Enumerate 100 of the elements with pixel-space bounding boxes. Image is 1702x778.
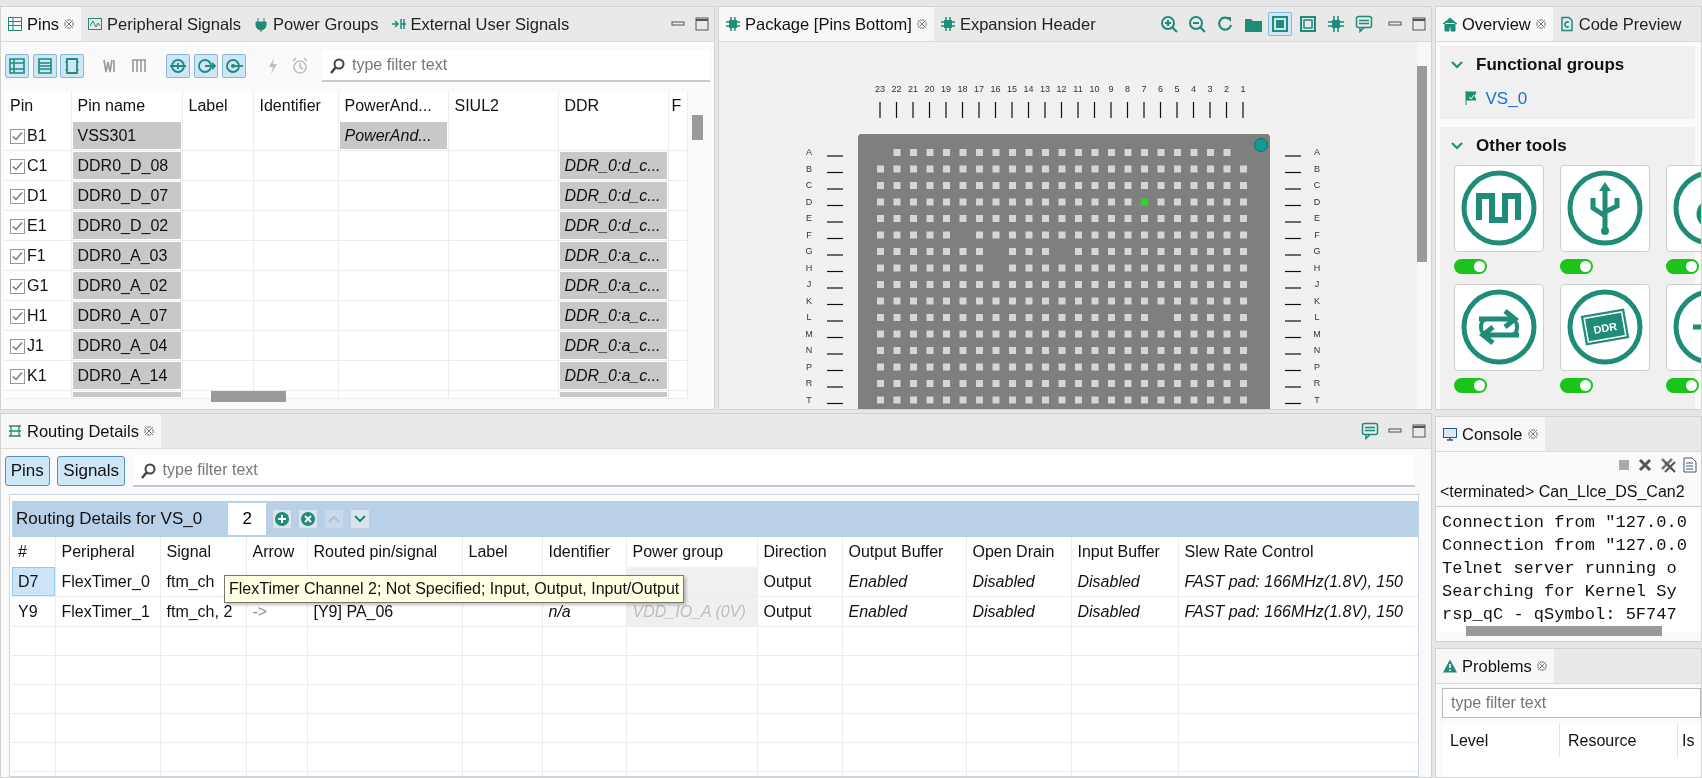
checkbox[interactable] <box>10 188 25 204</box>
column-header[interactable]: Peripheral <box>55 537 160 567</box>
checkbox[interactable] <box>10 338 25 354</box>
fit-button[interactable] <box>1268 12 1293 36</box>
frame-button[interactable] <box>60 53 85 78</box>
remove-button[interactable] <box>298 509 319 529</box>
column-header[interactable]: Direction <box>757 537 842 567</box>
checkbox[interactable] <box>10 248 25 264</box>
count-field[interactable]: 2 <box>228 503 267 535</box>
checkbox[interactable] <box>10 128 25 144</box>
document-icon[interactable] <box>1683 457 1698 473</box>
pin-pad <box>926 396 934 404</box>
row-letter: R <box>1313 378 1321 388</box>
column-header[interactable]: SIUL2 <box>448 91 558 122</box>
remove-icon[interactable] <box>1638 458 1653 472</box>
toggle-switch[interactable] <box>1666 258 1699 274</box>
close-icon[interactable] <box>1526 428 1539 440</box>
close-icon[interactable] <box>142 425 155 437</box>
column-header[interactable]: Identifier <box>253 91 338 122</box>
tab[interactable]: Overview <box>1436 7 1553 41</box>
toggle-switch[interactable] <box>1454 258 1487 274</box>
scrollbar-thumb[interactable] <box>1417 66 1427 262</box>
tab[interactable]: Problems <box>1436 649 1554 683</box>
tool-card[interactable] <box>1454 283 1544 371</box>
tab[interactable]: Package [Pins Bottom] <box>719 7 934 41</box>
pin-pad <box>1042 182 1049 189</box>
maximize-button[interactable] <box>694 16 710 32</box>
column-header[interactable]: F <box>668 91 687 122</box>
checkbox[interactable] <box>10 218 25 234</box>
close-icon[interactable] <box>915 18 928 30</box>
tool-card[interactable] <box>1560 164 1650 252</box>
column-header[interactable]: Arrow <box>246 537 307 567</box>
group-link[interactable]: VS_0 <box>1485 85 1528 111</box>
arrow-button[interactable] <box>193 53 218 78</box>
table-cell: DDR0_A_14 <box>71 360 182 391</box>
pin-pad <box>877 363 884 371</box>
remove-all-icon[interactable] <box>1659 457 1676 473</box>
tab[interactable]: Routing Details <box>1 414 161 448</box>
scrollbar-thumb[interactable] <box>692 115 703 140</box>
move-down-button[interactable] <box>350 509 371 529</box>
toggle-switch[interactable] <box>1666 377 1699 393</box>
comment-icon[interactable] <box>1361 422 1379 440</box>
target-button[interactable] <box>166 53 190 78</box>
scrollbar-thumb[interactable] <box>211 391 286 402</box>
scrollbar-thumb[interactable] <box>1466 626 1662 636</box>
column-header[interactable]: Input Buffer <box>1071 537 1178 567</box>
column-header[interactable]: Slew Rate Control <box>1178 537 1418 567</box>
tab[interactable]: Expansion Header <box>933 7 1102 41</box>
toggle-switch[interactable] <box>1454 377 1487 393</box>
mode-button[interactable]: Signals <box>57 456 126 486</box>
column-header[interactable]: Signal <box>160 537 246 567</box>
tab[interactable]: Code Preview <box>1552 7 1688 41</box>
pin-pad <box>976 264 983 272</box>
rows-button[interactable] <box>32 53 57 78</box>
table-cell[interactable]: D7 <box>12 567 54 596</box>
checkbox[interactable] <box>10 308 25 324</box>
pin-lead <box>1060 101 1063 119</box>
add-button[interactable] <box>272 509 293 529</box>
toggle-switch[interactable] <box>1560 377 1593 393</box>
column-header[interactable]: Open Drain <box>966 537 1071 567</box>
tab[interactable]: Peripheral Signals <box>81 7 248 41</box>
pin-pad <box>1240 297 1247 305</box>
tab[interactable]: Console <box>1436 417 1545 451</box>
tab[interactable]: Power Groups <box>247 7 385 41</box>
column-header[interactable]: Label <box>182 91 253 122</box>
column-header[interactable]: Label <box>462 537 542 567</box>
stop-icon[interactable] <box>1616 458 1631 472</box>
tool-card[interactable] <box>1454 164 1544 252</box>
pin-pad <box>976 380 983 387</box>
filter-field[interactable]: type filter text <box>1442 688 1701 718</box>
filter-field[interactable]: type filter text <box>132 455 1416 487</box>
layout-button[interactable] <box>4 53 29 78</box>
checkbox[interactable] <box>10 368 25 384</box>
column-header[interactable]: Output Buffer <box>842 537 966 567</box>
pin-pad <box>1207 363 1214 371</box>
mode-button[interactable]: Pins <box>4 456 50 486</box>
maximize-button[interactable] <box>1411 423 1427 439</box>
toggle-switch[interactable] <box>1560 258 1593 274</box>
checkbox[interactable] <box>10 158 25 174</box>
column-header[interactable]: Identifier <box>542 537 626 567</box>
checkbox[interactable] <box>10 278 25 294</box>
pin-pad <box>910 248 917 255</box>
table-cell[interactable]: Y9 <box>12 597 54 626</box>
filter-field[interactable]: type filter text <box>322 49 711 82</box>
pin-pad <box>1174 297 1181 305</box>
pin-pad <box>1075 149 1082 156</box>
tab[interactable]: Pins <box>1 7 82 41</box>
column-header[interactable]: DDR <box>558 91 668 122</box>
tab[interactable]: External User Signals <box>384 7 576 41</box>
pin-lead <box>826 369 844 372</box>
maximize-button[interactable] <box>1411 16 1427 32</box>
table-cell: DDR_0:d_c... <box>558 180 668 211</box>
close-icon[interactable] <box>1535 660 1548 672</box>
column-header[interactable]: Pin <box>4 91 71 122</box>
target-button[interactable] <box>221 53 246 78</box>
close-icon[interactable] <box>1534 18 1547 30</box>
tool-card[interactable]: DDR <box>1560 283 1650 371</box>
column-header[interactable]: Routed pin/signal <box>307 537 462 567</box>
close-icon[interactable] <box>63 18 76 30</box>
pin-pad <box>1025 380 1033 387</box>
